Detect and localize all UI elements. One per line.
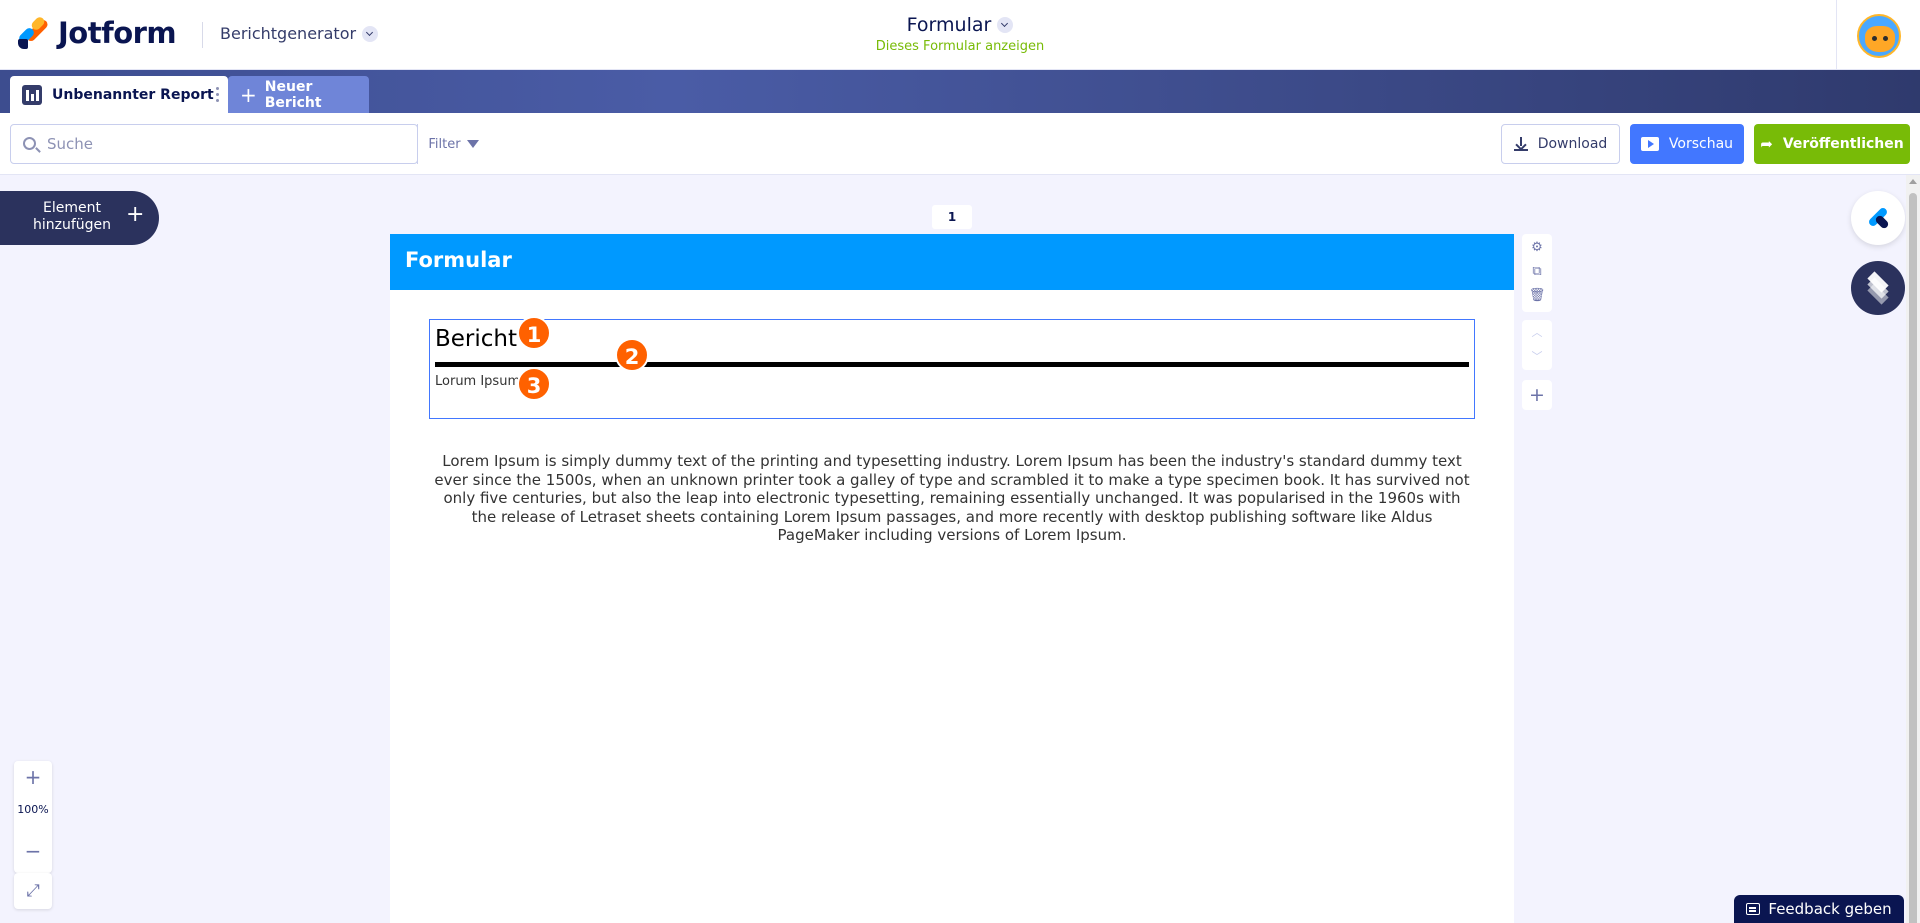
step-marker-1: 1 — [517, 316, 551, 350]
chevron-down-icon — [997, 17, 1014, 33]
more-options-icon[interactable] — [216, 87, 220, 103]
plus-icon: + — [240, 82, 257, 107]
move-down-icon[interactable]: ﹀ — [1522, 345, 1552, 369]
feedback-label: Feedback geben — [1768, 900, 1892, 918]
top-header: Jotform Berichtgenerator Formular Dieses… — [0, 0, 1920, 70]
report-chart-icon — [22, 84, 42, 105]
scroll-up-arrow-icon[interactable] — [1909, 179, 1917, 184]
layers-button[interactable] — [1851, 261, 1905, 315]
element-tools: ⚙ ⧉ 🗑 — [1522, 234, 1552, 312]
download-button[interactable]: Download — [1501, 124, 1620, 164]
view-form-link[interactable]: Dieses Formular anzeigen — [0, 39, 1920, 54]
publish-button[interactable]: ➦ Veröffentlichen — [1754, 124, 1910, 164]
add-below-button[interactable]: + — [1522, 380, 1552, 410]
filter-button[interactable]: Filter — [417, 124, 489, 164]
funnel-icon — [466, 140, 479, 148]
share-arrow-icon: ➦ — [1760, 135, 1773, 153]
zoom-out-button[interactable]: − — [14, 835, 52, 867]
form-title: Formular — [906, 14, 992, 36]
step-marker-2: 2 — [615, 338, 649, 372]
feedback-button[interactable]: Feedback geben — [1734, 895, 1904, 923]
trash-icon[interactable]: 🗑 — [1522, 284, 1552, 308]
preview-label: Vorschau — [1668, 136, 1734, 152]
preview-button[interactable]: Vorschau — [1630, 124, 1744, 164]
download-label: Download — [1537, 136, 1608, 152]
new-report-button[interactable]: + Neuer Bericht — [228, 76, 369, 113]
search-field[interactable]: Suche Filter — [10, 124, 479, 164]
lorem-paragraph[interactable]: Lorem Ipsum is simply dummy text of the … — [430, 452, 1474, 545]
add-element-label: Element hinzufügen — [32, 200, 112, 233]
search-icon — [23, 137, 36, 150]
avatar[interactable] — [1857, 14, 1901, 58]
vertical-scrollbar[interactable] — [1906, 175, 1920, 923]
publish-label: Veröffentlichen — [1782, 136, 1904, 152]
duplicate-icon[interactable]: ⧉ — [1522, 260, 1552, 284]
page-header-title: Formular — [405, 248, 512, 272]
zoom-controls: + 100% − — [14, 761, 52, 873]
plus-icon: + — [126, 202, 145, 227]
zoom-level: 100% — [17, 803, 49, 816]
report-heading[interactable]: Bericht — [435, 326, 517, 352]
report-page: Formular Bericht Lorum Ipsum 1 2 3 Lorem… — [390, 234, 1514, 923]
form-title-block: Formular Dieses Formular anzeigen — [0, 14, 1920, 54]
search-input[interactable]: Suche — [47, 135, 93, 153]
zoom-in-button[interactable]: + — [14, 761, 52, 793]
tab-bar: Unbenannter Report + Neuer Bericht — [0, 70, 1920, 113]
feedback-icon — [1746, 903, 1761, 915]
fullscreen-button[interactable]: ⤢ — [14, 873, 52, 909]
settings-gear-icon[interactable]: ⚙ — [1522, 236, 1552, 260]
brand-pencil-icon-part — [1874, 214, 1890, 230]
new-report-label: Neuer Bericht — [264, 78, 322, 111]
add-element-button[interactable]: Element hinzufügen + — [0, 191, 159, 245]
tab-unnamed-report[interactable]: Unbenannter Report — [10, 76, 228, 113]
page-header[interactable]: Formular — [390, 234, 1514, 290]
horizontal-line[interactable] — [435, 362, 1469, 367]
selected-element[interactable]: Bericht Lorum Ipsum — [429, 319, 1475, 419]
page-number[interactable]: 1 — [932, 205, 972, 229]
report-subtext[interactable]: Lorum Ipsum — [435, 374, 520, 389]
move-up-icon[interactable]: ︿ — [1522, 321, 1552, 345]
toolbar: Suche Filter Download Vorschau ➦ Veröffe… — [0, 113, 1920, 175]
play-icon — [1640, 137, 1659, 151]
step-marker-3: 3 — [517, 367, 551, 401]
download-icon — [1513, 137, 1528, 151]
form-title-dropdown[interactable]: Formular — [907, 14, 1014, 36]
filter-label: Filter — [428, 136, 461, 152]
tab-label: Unbenannter Report — [52, 86, 214, 103]
scrollbar-thumb[interactable] — [1909, 193, 1917, 923]
jotform-assistant-button[interactable] — [1851, 191, 1905, 245]
account-area — [1836, 0, 1920, 70]
move-tools: ︿ ﹀ — [1522, 320, 1552, 370]
